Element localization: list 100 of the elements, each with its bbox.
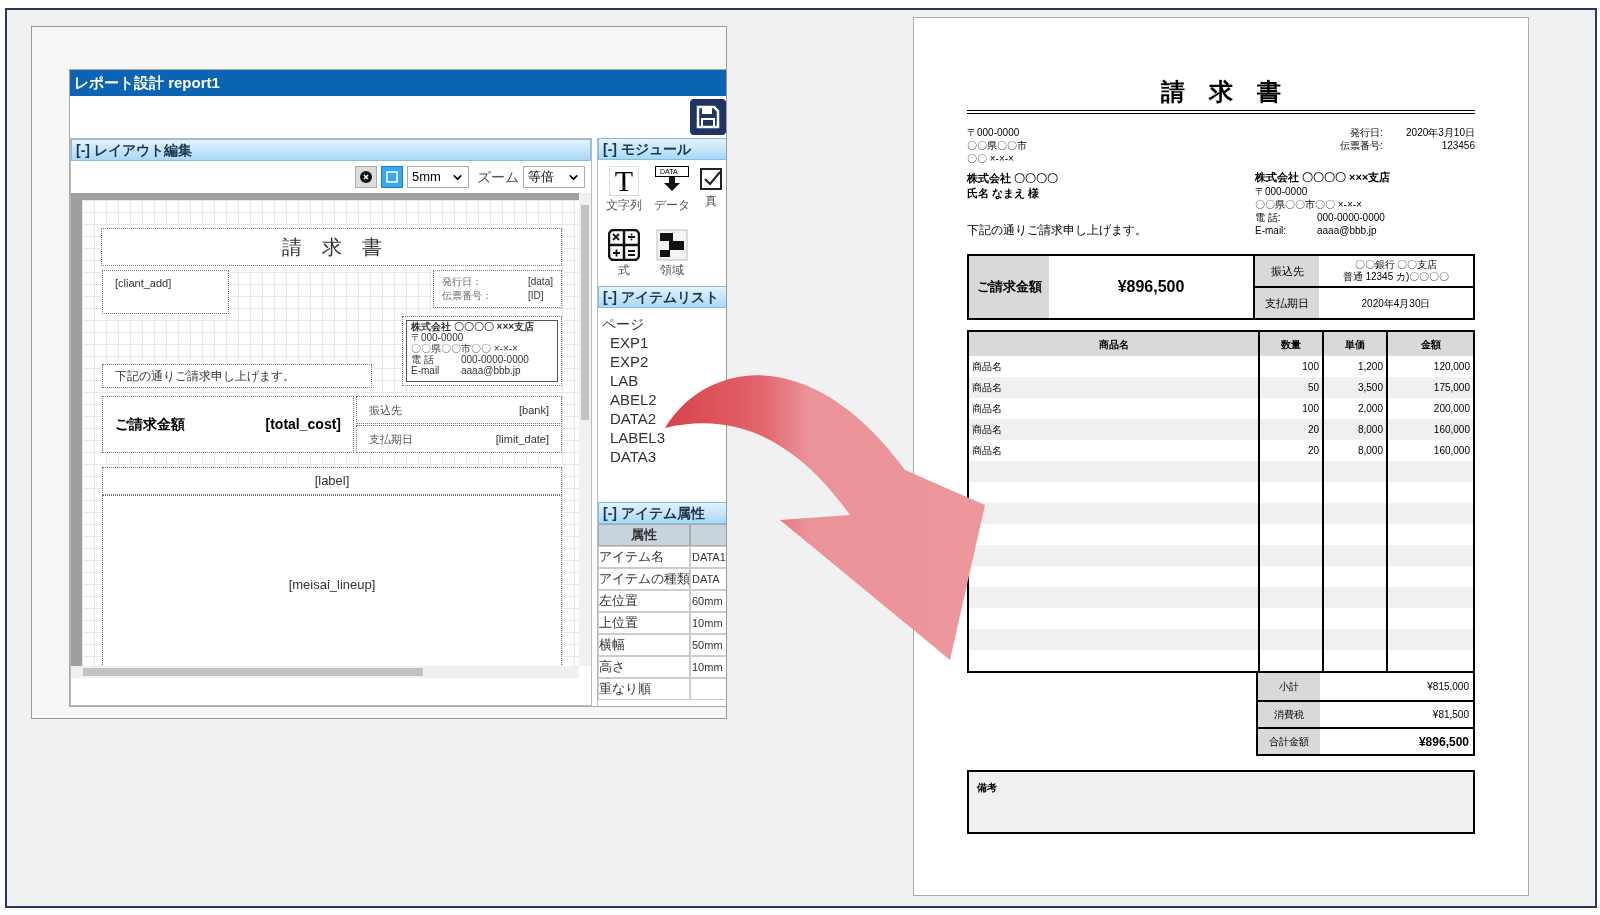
horizontal-scrollbar[interactable] [71,666,579,678]
bank-line: 〇〇銀行 〇〇支店 [1354,259,1438,271]
amount-element[interactable]: ご請求金額 [total_cost] [102,396,354,453]
amount-label-cell: ご請求金額 [969,256,1049,318]
table-cell: 8,000 [1322,419,1386,440]
client-company: 株式会社 〇〇〇〇 [967,171,1060,186]
contact-value: aaaa@bbb.jp [1317,224,1377,237]
field-placeholder: [bank] [519,402,549,418]
scrollbar-thumb[interactable] [83,668,423,676]
property-value[interactable]: 60mm [690,590,726,612]
tree-item[interactable]: EXP2 [602,352,649,371]
amount-label: ご請求金額 [115,415,185,434]
module-label[interactable]: データ [654,196,690,214]
greeting-text: 下記の通りご請求申し上げます。 [967,223,1148,238]
greeting-element[interactable]: 下記の通りご請求申し上げます。 [102,364,372,388]
property-value[interactable]: 10mm [690,612,726,634]
tree-root[interactable]: ページ [602,314,726,333]
table-cell: 160,000 [1386,440,1473,461]
module-label[interactable]: 領域 [660,261,684,279]
module-label[interactable]: 真 [705,192,717,210]
field-label: 振込先 [369,402,402,418]
table-cell: 200,000 [1386,398,1473,419]
issuer-line: 〒000-0000 [411,332,465,343]
issuer-element[interactable]: 株式会社 〇〇〇〇 ×××支店 〒000-0000 〇〇県〇〇市〇〇 ×-×-× 電 話 000-0000-0000 E-mail aaaa@bbb.jp [402,316,562,386]
panel-header: [-] モジュール [598,138,726,160]
column-header: 単価 [1322,332,1386,356]
tree-item[interactable]: EXP1 [602,333,649,352]
tree-item[interactable]: DATA2 [602,409,657,428]
table-cell [1322,587,1386,608]
tree-item[interactable]: DATA3 [602,447,657,466]
calculator-icon [608,229,640,261]
property-value[interactable]: 50mm [690,634,726,656]
address-element[interactable]: [cliant_add] [102,270,229,314]
table-cell: 商品名 [969,377,1258,398]
property-value[interactable]: 10mm [690,656,726,678]
meta-label: 発行日: [1350,126,1383,139]
field-label: 伝票番号： [442,289,492,303]
table-cell [1322,629,1386,650]
grid-size-select[interactable]: 5mm [407,166,469,188]
lineup-element[interactable]: [meisai_lineup] [102,495,562,666]
contact-label: 電 話: [1255,211,1282,224]
column-header: 金額 [1386,332,1473,356]
property-value[interactable]: DATA1 [690,546,726,568]
field-placeholder: [limit_date] [495,431,549,447]
module-label[interactable]: 式 [618,261,630,279]
table-cell [1322,545,1386,566]
property-value[interactable]: DATA [690,568,726,590]
window-title-bar: レポート設計 report1 [70,70,726,96]
bank-label-cell: 振込先 [1255,256,1319,286]
save-button[interactable] [690,99,726,135]
total-value: ¥896,500 [1417,733,1470,751]
issuer-address: 〇〇県〇〇市〇〇 ×-×-× [1255,198,1363,211]
table-cell: 20 [1258,419,1322,440]
property-name: アイテム名 [598,546,690,568]
remarks-label: 備考 [977,782,997,793]
meta-value: 2020年3月10日 [1405,126,1475,139]
grid-toggle-button[interactable] [381,166,403,188]
column-header: 数量 [1258,332,1322,356]
table-cell [1322,461,1386,482]
vertical-scrollbar[interactable] [579,193,591,666]
table-cell: 20 [1258,440,1322,461]
tree-item[interactable]: LABEL3 [602,428,666,447]
meta-label: 伝票番号: [1340,139,1383,152]
tree-item[interactable]: LAB [602,371,639,390]
field-element[interactable]: 支払期日 [limit_date] [356,425,562,453]
meta-element[interactable]: 発行日： [data] 伝票番号： [ID] [433,270,562,308]
zoom-select[interactable]: 等倍 [523,166,585,188]
text-module-icon: T [609,166,639,196]
table-cell: 175,000 [1386,377,1473,398]
table-cell: 8,000 [1322,440,1386,461]
area-module-icon [656,229,688,261]
field-label: 支払期日 [369,431,413,447]
total-label-cell: 消費税 [1258,702,1320,727]
tree-item[interactable]: ABEL2 [602,390,657,409]
property-name: 左位置 [598,590,690,612]
label-element[interactable]: [label] [102,467,562,495]
property-name: 重なり順 [598,678,690,700]
field-element[interactable]: 振込先 [bank] [356,396,562,424]
zoom-label: ズーム [477,167,519,187]
address-line: 〇〇県〇〇市 [967,139,1028,152]
property-name: 高さ [598,656,690,678]
table-cell [1258,503,1322,524]
amount-placeholder: [total_cost] [265,415,341,434]
property-name: アイテムの種類 [598,568,690,590]
issuer-line: 株式会社 〇〇〇〇 ×××支店 [411,321,536,332]
table-cell: 100 [1258,356,1322,377]
record-button[interactable] [355,166,377,188]
panel-header: [-] レイアウト編集 [71,139,591,161]
total-value: ¥815,000 [1426,680,1470,694]
table-cell [1258,629,1322,650]
module-label[interactable]: 文字列 [606,196,642,214]
panel-header: [-] アイテムリスト [598,286,726,308]
address-line: 〒000-0000 [967,126,1021,139]
address-line: 〇〇 ×-×-× [967,152,1015,165]
scrollbar-thumb[interactable] [581,205,589,420]
contact-value: 000-0000-0000 [461,354,529,365]
contact-value: aaaa@bbb.jp [461,365,521,376]
title-element[interactable]: 請 求 書 [101,228,562,266]
table-cell [1258,461,1322,482]
contact-value: 000-0000-0000 [1317,211,1385,224]
